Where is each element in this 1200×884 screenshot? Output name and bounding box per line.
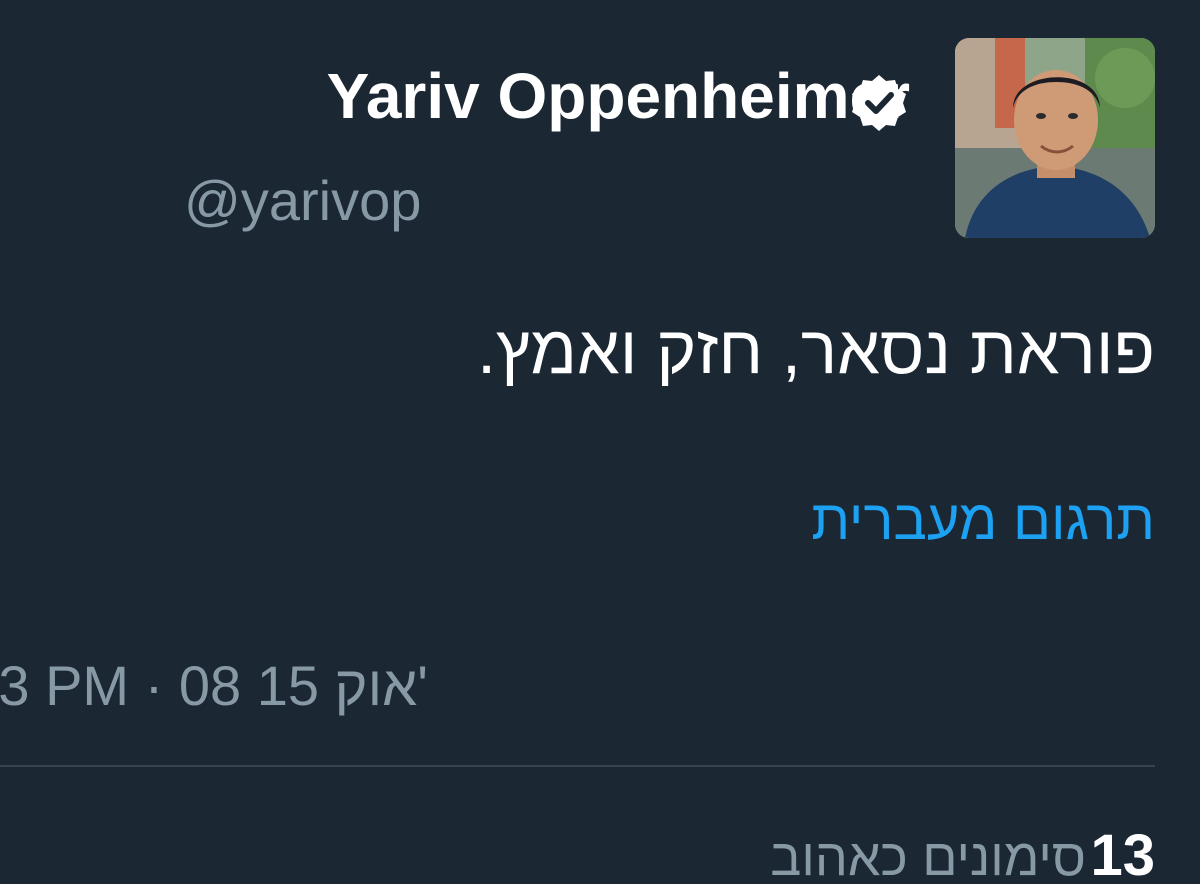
avatar[interactable] (955, 38, 1155, 238)
avatar-photo (955, 38, 1155, 238)
likes-count: 13 (1090, 823, 1155, 884)
tweet-timestamp[interactable]: 3 PM · 08 15 אוק' (0, 648, 428, 724)
tweet-detail: Yariv Oppenheimer @yarivop פוראת נסאר, ח… (0, 0, 1200, 884)
likes-stat[interactable]: 13 סימונים כאהוב (770, 818, 1155, 884)
verified-badge-icon (848, 72, 910, 134)
author-name[interactable]: Yariv Oppenheimer (327, 56, 910, 136)
translate-tweet-link[interactable]: תרגום מעברית (811, 482, 1155, 558)
likes-label: סימונים כאהוב (770, 829, 1087, 884)
divider (0, 765, 1155, 767)
tweet-text: פוראת נסאר, חזק ואמץ. (477, 312, 1155, 388)
author-handle[interactable]: @yarivop (184, 166, 421, 236)
